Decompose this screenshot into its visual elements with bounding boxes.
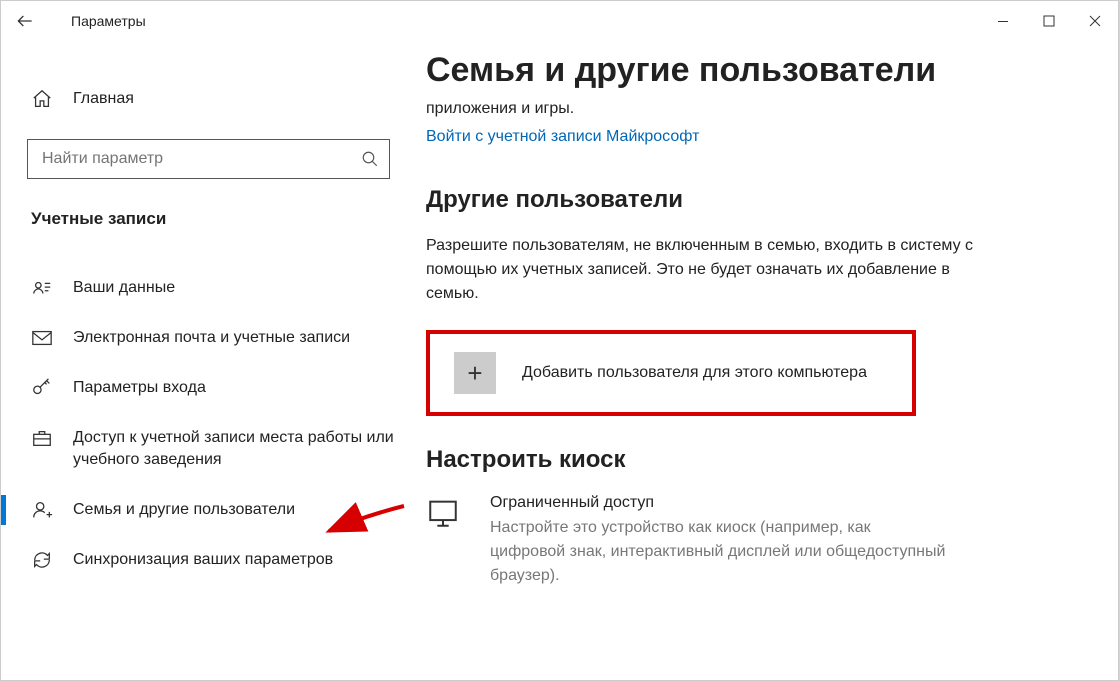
ms-account-signin-link[interactable]: Войти с учетной записи Майкрософт xyxy=(426,128,1068,146)
sidebar-category: Учетные записи xyxy=(1,209,416,229)
sidebar-item-label: Электронная почта и учетные записи xyxy=(73,327,350,349)
sidebar-item-your-info[interactable]: Ваши данные xyxy=(1,263,416,313)
monitor-icon xyxy=(426,496,462,588)
sidebar: Главная Учетные записи Ваши данные Эле xyxy=(1,41,416,680)
other-users-heading: Другие пользователи xyxy=(426,186,1068,214)
other-users-desc: Разрешите пользователям, не включенным в… xyxy=(426,234,986,306)
sidebar-item-label: Синхронизация ваших параметров xyxy=(73,549,333,571)
minimize-button[interactable] xyxy=(980,1,1026,41)
sidebar-item-label: Ваши данные xyxy=(73,277,175,299)
sidebar-item-family-users[interactable]: Семья и другие пользователи xyxy=(1,485,416,535)
window-controls xyxy=(980,1,1118,41)
sidebar-home[interactable]: Главная xyxy=(1,77,416,121)
add-user-button[interactable]: + Добавить пользователя для этого компью… xyxy=(426,330,916,416)
mail-icon xyxy=(31,327,53,349)
sidebar-item-label: Параметры входа xyxy=(73,377,206,399)
home-icon xyxy=(31,88,53,110)
content-area: Семья и другие пользователи приложения и… xyxy=(416,41,1118,680)
kiosk-item[interactable]: Ограниченный доступ Настройте это устрой… xyxy=(426,494,1068,588)
sidebar-item-sync[interactable]: Синхронизация ваших параметров xyxy=(1,535,416,585)
add-user-label: Добавить пользователя для этого компьюте… xyxy=(522,364,867,382)
kiosk-item-desc: Настройте это устройство как киоск (напр… xyxy=(490,516,950,588)
search-icon xyxy=(361,150,379,168)
sidebar-item-work-school[interactable]: Доступ к учетной записи места работы или… xyxy=(1,413,416,485)
maximize-button[interactable] xyxy=(1026,1,1072,41)
kiosk-heading: Настроить киоск xyxy=(426,446,1068,474)
sidebar-home-label: Главная xyxy=(73,90,134,108)
titlebar: Параметры xyxy=(1,1,1118,41)
sidebar-item-label: Семья и другие пользователи xyxy=(73,499,295,521)
back-button[interactable] xyxy=(15,11,35,31)
plus-icon: + xyxy=(454,352,496,394)
kiosk-item-title: Ограниченный доступ xyxy=(490,494,950,512)
search-box[interactable] xyxy=(27,139,390,179)
page-title: Семья и другие пользователи xyxy=(426,51,1068,90)
sidebar-item-signin-options[interactable]: Параметры входа xyxy=(1,363,416,413)
sidebar-item-email-accounts[interactable]: Электронная почта и учетные записи xyxy=(1,313,416,363)
window-title: Параметры xyxy=(71,13,146,29)
settings-window: Параметры Главная xyxy=(0,0,1119,681)
person-card-icon xyxy=(31,277,53,299)
key-icon xyxy=(31,377,53,399)
briefcase-icon xyxy=(31,427,53,449)
page-subline: приложения и игры. xyxy=(426,100,1068,118)
sidebar-item-label: Доступ к учетной записи места работы или… xyxy=(73,427,396,471)
people-add-icon xyxy=(31,499,53,521)
close-button[interactable] xyxy=(1072,1,1118,41)
search-input[interactable] xyxy=(42,150,361,168)
sync-icon xyxy=(31,549,53,571)
